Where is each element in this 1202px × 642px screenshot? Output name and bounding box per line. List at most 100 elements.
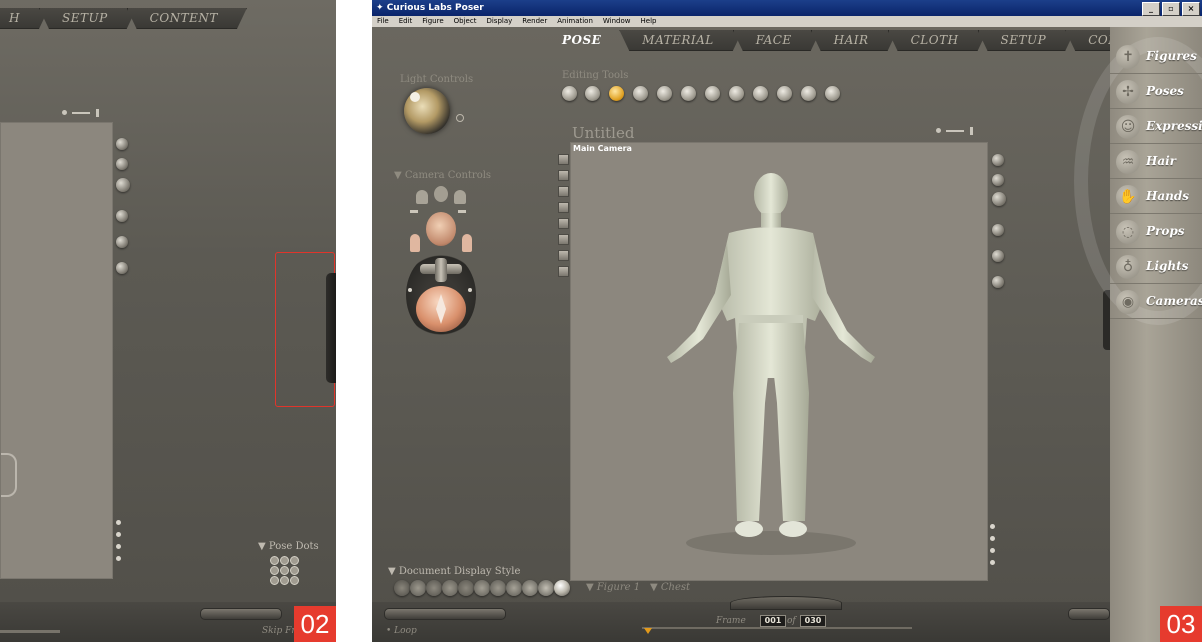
pose-dot-small-3[interactable] xyxy=(116,544,121,549)
camera-small-left-icon[interactable] xyxy=(410,210,418,213)
viewport-side-button-6[interactable] xyxy=(558,234,569,245)
tab-cloth[interactable]: CLOTH xyxy=(888,30,988,51)
tab-setup[interactable]: SETUP xyxy=(978,30,1076,51)
figure-render[interactable] xyxy=(571,143,987,580)
light-handle-icon[interactable] xyxy=(410,92,420,102)
palette-item-hair[interactable]: ♒ Hair xyxy=(1110,146,1202,179)
palette-item-hands[interactable]: ✋ Hands xyxy=(1110,181,1202,214)
display-style-button-2[interactable] xyxy=(116,158,128,170)
pose-dots-grid[interactable] xyxy=(270,556,302,588)
style-silhouette-icon[interactable] xyxy=(394,580,410,596)
view-magnifier-icon[interactable] xyxy=(777,86,792,101)
right-hand-icon[interactable] xyxy=(462,234,472,252)
twist-tool-icon[interactable] xyxy=(585,86,600,101)
menu-help[interactable]: Help xyxy=(636,16,662,27)
camera-controls-widget[interactable] xyxy=(402,186,480,346)
style-cartoon-icon[interactable] xyxy=(506,580,522,596)
tab-hair[interactable]: HAIR xyxy=(811,30,898,51)
keyframe-controls[interactable] xyxy=(1068,608,1110,620)
display-style-button-6[interactable] xyxy=(992,276,1004,288)
pose-dot-small-1[interactable] xyxy=(116,520,121,525)
right-hand-camera-icon[interactable] xyxy=(454,190,466,204)
minimize-button[interactable]: _ xyxy=(1142,2,1160,16)
timeline-scrubber-icon[interactable] xyxy=(644,628,652,634)
side-drawer-handle[interactable] xyxy=(326,273,336,383)
rotate-tool-icon[interactable] xyxy=(562,86,577,101)
menu-file[interactable]: File xyxy=(372,16,394,27)
viewport-side-button-2[interactable] xyxy=(558,170,569,181)
menu-render[interactable]: Render xyxy=(517,16,552,27)
menu-animation[interactable]: Animation xyxy=(552,16,598,27)
display-style-button-5[interactable] xyxy=(992,250,1004,262)
taper-tool-icon[interactable] xyxy=(681,86,696,101)
left-hand-icon[interactable] xyxy=(410,234,420,252)
scale-tool-icon[interactable] xyxy=(657,86,672,101)
style-cartoon-line-icon[interactable] xyxy=(522,580,538,596)
view-mini-controls[interactable] xyxy=(62,109,102,117)
frame-dial[interactable] xyxy=(730,596,842,610)
skip-frames-label[interactable]: Skip Fr xyxy=(262,626,296,636)
document-display-style-label[interactable]: ▼ Document Display Style xyxy=(388,566,520,577)
move-y-camera-icon[interactable] xyxy=(435,258,447,282)
style-outline-icon[interactable] xyxy=(410,580,426,596)
palette-item-lights[interactable]: ♁ Lights xyxy=(1110,251,1202,284)
pose-dot-small-3[interactable] xyxy=(990,548,995,553)
display-style-button-1[interactable] xyxy=(116,138,128,150)
menu-object[interactable]: Object xyxy=(449,16,482,27)
close-button[interactable]: × xyxy=(1182,2,1200,16)
viewport-side-button-7[interactable] xyxy=(558,250,569,261)
display-style-button-3[interactable] xyxy=(116,178,130,192)
pose-dot-small-1[interactable] xyxy=(990,524,995,529)
viewport-side-button-1[interactable] xyxy=(558,154,569,165)
loop-label[interactable]: • Loop xyxy=(386,626,417,636)
viewport-side-button-3[interactable] xyxy=(558,186,569,197)
grouping-tool-icon[interactable] xyxy=(753,86,768,101)
document-mini-controls[interactable] xyxy=(936,127,976,135)
figure-select[interactable]: ▼ Figure 1 xyxy=(586,582,640,593)
tab-pose[interactable]: POSE xyxy=(540,30,629,50)
viewport-side-button-4[interactable] xyxy=(558,202,569,213)
viewport-side-button-8[interactable] xyxy=(558,266,569,277)
display-style-button-4[interactable] xyxy=(992,224,1004,236)
tab-material[interactable]: MATERIAL xyxy=(619,30,742,51)
tab-content[interactable]: CONTENT xyxy=(127,8,247,29)
pose-dot-small-4[interactable] xyxy=(990,560,995,565)
style-flat-shaded-icon[interactable] xyxy=(474,580,490,596)
viewport-side-button-5[interactable] xyxy=(558,218,569,229)
total-frames-field[interactable]: 030 xyxy=(800,615,826,627)
palette-item-props[interactable]: ◌ Props xyxy=(1110,216,1202,249)
left-hand-camera-icon[interactable] xyxy=(416,190,428,204)
direct-manipulation-icon[interactable] xyxy=(825,86,840,101)
menu-figure[interactable]: Figure xyxy=(417,16,448,27)
palette-item-cameras[interactable]: ◉ Cameras xyxy=(1110,286,1202,319)
display-style-button-1[interactable] xyxy=(992,154,1004,166)
menu-window[interactable]: Window xyxy=(598,16,636,27)
style-flat-lined-icon[interactable] xyxy=(490,580,506,596)
style-wireframe-icon[interactable] xyxy=(426,580,442,596)
pose-dots-label[interactable]: ▼ Pose Dots xyxy=(258,541,319,552)
pose-dot-small-4[interactable] xyxy=(116,556,121,561)
style-lit-wireframe-icon[interactable] xyxy=(458,580,474,596)
palette-item-figures[interactable]: ✝ Figures xyxy=(1110,41,1202,74)
style-texture-shaded-icon[interactable] xyxy=(554,580,570,596)
palette-item-poses[interactable]: ✢ Poses xyxy=(1110,76,1202,109)
translate-tool-icon[interactable] xyxy=(609,86,624,101)
body-part-select[interactable]: ▼ Chest xyxy=(650,582,690,593)
style-smooth-shaded-icon[interactable] xyxy=(538,580,554,596)
display-style-button-5[interactable] xyxy=(116,236,128,248)
document-viewport[interactable]: Main Camera xyxy=(570,142,988,581)
playback-controls[interactable] xyxy=(384,608,506,620)
menu-display[interactable]: Display xyxy=(481,16,517,27)
timeline-track[interactable] xyxy=(0,630,60,633)
camera-controls-label[interactable]: ▼ Camera Controls xyxy=(394,170,491,181)
palette-item-expression[interactable]: ☺ Expression xyxy=(1110,111,1202,144)
light-settings-icon[interactable] xyxy=(456,114,464,122)
tab-setup[interactable]: SETUP xyxy=(39,8,137,29)
color-tool-icon[interactable] xyxy=(729,86,744,101)
translate-in-out-tool-icon[interactable] xyxy=(633,86,648,101)
chain-break-tool-icon[interactable] xyxy=(705,86,720,101)
document-viewport-left[interactable] xyxy=(0,122,113,579)
playback-controls[interactable] xyxy=(200,608,282,620)
display-style-button-2[interactable] xyxy=(992,174,1004,186)
maximize-button[interactable]: ▫ xyxy=(1162,2,1180,16)
